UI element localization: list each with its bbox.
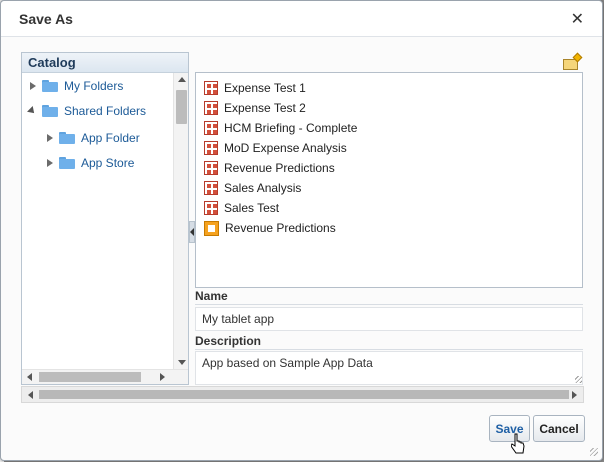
- tree-item-app-store[interactable]: App Store: [47, 154, 134, 172]
- scroll-up-arrow-icon[interactable]: [178, 77, 186, 82]
- tree-item-label: App Folder: [81, 131, 140, 145]
- expand-triangle-icon[interactable]: [47, 159, 53, 167]
- tree-item-label: Shared Folders: [64, 104, 147, 118]
- file-label: Revenue Predictions: [225, 221, 336, 235]
- tree-item-app-folder[interactable]: App Folder: [47, 129, 140, 147]
- catalog-header: Catalog: [22, 53, 188, 73]
- expand-triangle-icon[interactable]: [47, 134, 53, 142]
- scroll-right-arrow-icon[interactable]: [160, 373, 165, 381]
- scroll-down-arrow-icon[interactable]: [178, 360, 186, 365]
- scroll-left-arrow-icon[interactable]: [28, 391, 33, 399]
- analysis-icon: [204, 181, 218, 195]
- folder-icon: [42, 80, 58, 92]
- analysis-icon: [204, 101, 218, 115]
- file-list: Expense Test 1 Expense Test 2 HCM Briefi…: [195, 72, 583, 288]
- analysis-icon: [204, 121, 218, 135]
- new-folder-icon[interactable]: [563, 52, 583, 70]
- dashboard-icon: [204, 220, 219, 236]
- list-item[interactable]: Revenue Predictions: [204, 219, 336, 237]
- file-label: Expense Test 1: [224, 81, 306, 95]
- title-bar: Save As ✕: [1, 1, 602, 37]
- cancel-button[interactable]: Cancel: [533, 415, 585, 442]
- analysis-icon: [204, 161, 218, 175]
- divider: [195, 304, 583, 305]
- divider: [195, 349, 583, 350]
- folder-icon: [59, 132, 75, 144]
- scroll-right-arrow-icon[interactable]: [572, 391, 577, 399]
- analysis-icon: [204, 81, 218, 95]
- list-item[interactable]: Sales Analysis: [204, 179, 301, 197]
- folder-tree: My Folders Shared Folders App Folder App…: [22, 73, 173, 369]
- list-item[interactable]: Expense Test 2: [204, 99, 306, 117]
- folder-icon: [59, 157, 75, 169]
- tree-item-label: App Store: [81, 156, 135, 170]
- dialog-horizontal-scrollbar[interactable]: [21, 386, 584, 403]
- name-label: Name: [195, 289, 228, 303]
- close-icon[interactable]: ✕: [571, 9, 584, 28]
- dialog-title: Save As: [19, 11, 73, 27]
- description-label: Description: [195, 334, 262, 348]
- textarea-resize-grip[interactable]: [575, 376, 582, 383]
- scrollbar-thumb[interactable]: [39, 372, 141, 382]
- tree-horizontal-scrollbar[interactable]: [22, 369, 188, 384]
- save-as-dialog: Save As ✕ Catalog My Folders Shared Fold…: [0, 0, 603, 461]
- folder-icon: [42, 105, 58, 117]
- mouse-cursor-icon: [511, 433, 525, 454]
- tree-vertical-scrollbar[interactable]: [173, 73, 188, 369]
- scrollbar-thumb[interactable]: [176, 90, 187, 124]
- dialog-resize-grip[interactable]: [590, 448, 598, 456]
- file-label: MoD Expense Analysis: [224, 141, 347, 155]
- analysis-icon: [204, 141, 218, 155]
- analysis-icon: [204, 201, 218, 215]
- tree-item-my-folders[interactable]: My Folders: [30, 77, 123, 95]
- scroll-left-arrow-icon[interactable]: [27, 373, 32, 381]
- expand-triangle-icon[interactable]: [30, 82, 36, 90]
- collapse-triangle-icon[interactable]: [27, 106, 37, 116]
- scrollbar-thumb[interactable]: [39, 390, 569, 399]
- file-label: Revenue Predictions: [224, 161, 335, 175]
- file-label: Sales Test: [224, 201, 280, 215]
- file-label: Sales Analysis: [224, 181, 302, 195]
- file-label: HCM Briefing - Complete: [224, 121, 358, 135]
- tree-item-label: My Folders: [64, 79, 124, 93]
- list-item[interactable]: Sales Test: [204, 199, 279, 217]
- list-item[interactable]: HCM Briefing - Complete: [204, 119, 357, 137]
- file-label: Expense Test 2: [224, 101, 306, 115]
- description-textarea[interactable]: App based on Sample App Data: [195, 351, 583, 385]
- list-item[interactable]: MoD Expense Analysis: [204, 139, 347, 157]
- tree-item-shared-folders[interactable]: Shared Folders: [27, 102, 147, 120]
- list-item[interactable]: Expense Test 1: [204, 79, 306, 97]
- list-item[interactable]: Revenue Predictions: [204, 159, 335, 177]
- catalog-panel: Catalog My Folders Shared Folders App Fo…: [21, 52, 189, 385]
- name-input[interactable]: My tablet app: [195, 307, 583, 331]
